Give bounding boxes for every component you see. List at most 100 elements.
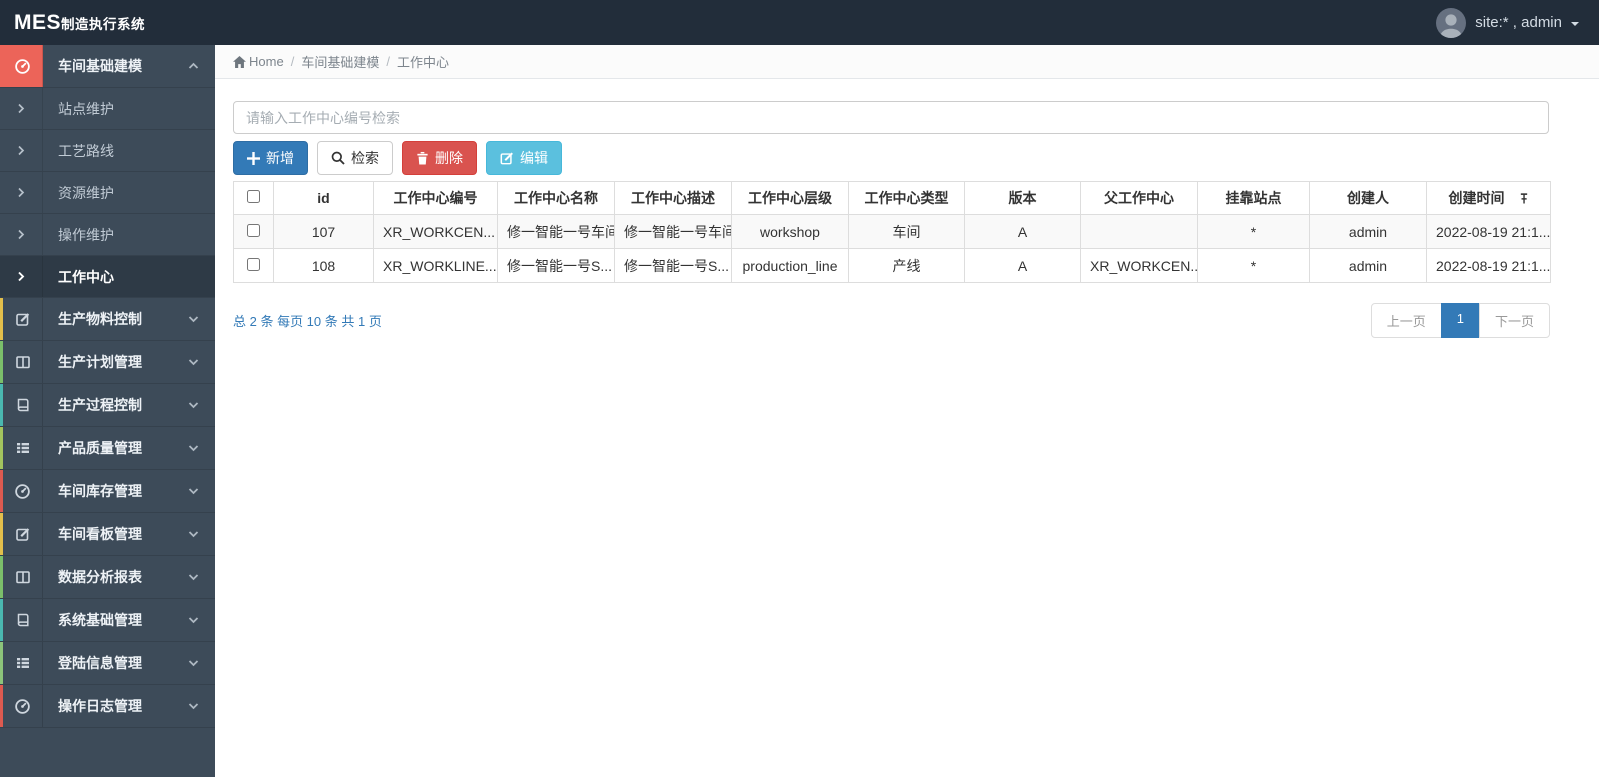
cell-name: 修一智能一号车间 (497, 214, 615, 249)
header-checkbox-cell (233, 181, 274, 215)
sidebar-group-operation-log-management[interactable]: 操作日志管理 (0, 685, 215, 728)
cell-station: * (1197, 248, 1310, 283)
caret-down-icon (1571, 21, 1579, 26)
search-button[interactable]: 检索 (317, 141, 393, 175)
breadcrumb-current: 工作中心 (396, 55, 449, 70)
chevron-down-icon (188, 702, 199, 710)
sidebar-item-work-center[interactable]: 工作中心 (0, 256, 215, 298)
cell-creator: admin (1309, 214, 1427, 249)
chevron-down-icon (188, 487, 199, 495)
cell-parent: XR_WORKCEN... (1080, 248, 1198, 283)
breadcrumb-home-link[interactable]: Home (233, 54, 284, 69)
chevron-right-icon (0, 88, 43, 129)
avatar (1436, 7, 1467, 38)
sidebar-item-resource-maintenance[interactable]: 资源维护 (0, 172, 215, 214)
chevron-down-icon (188, 358, 199, 366)
sidebar-item-process-route[interactable]: 工艺路线 (0, 130, 215, 172)
cell-type: 车间 (848, 214, 965, 249)
sidebar-group-quality-management[interactable]: 产品质量管理 (0, 427, 215, 470)
page-1-button[interactable]: 1 (1440, 303, 1480, 338)
sidebar-item-site-maintenance[interactable]: 站点维护 (0, 88, 215, 130)
column-header-station: 挂靠站点 (1197, 181, 1310, 215)
cell-created-time: 2022-08-19 21:1... (1426, 248, 1551, 283)
edit-icon (0, 298, 43, 340)
prev-page-button[interactable]: 上一页 (1370, 303, 1442, 338)
cell-version: A (964, 248, 1081, 283)
chevron-down-icon (188, 401, 199, 409)
chevron-right-icon (0, 256, 43, 297)
column-header-id: id (273, 181, 374, 215)
table-row[interactable]: 107 XR_WORKCEN... 修一智能一号车间 修一智能一号车间 work… (233, 214, 1551, 249)
breadcrumb-separator: / (290, 54, 295, 69)
chevron-down-icon (188, 315, 199, 323)
sidebar: 车间基础建模 站点维护 工艺路线 资源维护 操作维护 工作中心 生产物料控制 生… (0, 45, 215, 777)
sidebar-group-material-control[interactable]: 生产物料控制 (0, 298, 215, 341)
sidebar-group-workshop-modeling[interactable]: 车间基础建模 (0, 45, 215, 88)
sidebar-item-label: 工作中心 (58, 268, 114, 285)
sidebar-group-inventory-management[interactable]: 车间库存管理 (0, 470, 215, 513)
thumbtack-icon[interactable] (1519, 192, 1529, 205)
cell-id: 108 (273, 248, 374, 283)
column-header-created-time: 创建时间 (1426, 181, 1551, 215)
column-header-version: 版本 (964, 181, 1081, 215)
brand-subtitle: 制造执行系统 (61, 16, 146, 32)
table-header-row: id 工作中心编号 工作中心名称 工作中心描述 工作中心层级 工作中心类型 版本… (233, 181, 1551, 215)
row-checkbox[interactable] (247, 257, 260, 271)
sidebar-item-label: 工艺路线 (58, 142, 114, 159)
sidebar-group-system-management[interactable]: 系统基础管理 (0, 599, 215, 642)
pagination-summary: 总 2 条 每页 10 条 共 1 页 (233, 314, 382, 329)
search-input[interactable] (233, 101, 1549, 134)
chevron-down-icon (188, 444, 199, 452)
chevron-down-icon (188, 659, 199, 667)
plus-icon (247, 151, 260, 165)
breadcrumb-separator: / (386, 54, 390, 69)
work-center-table: id 工作中心编号 工作中心名称 工作中心描述 工作中心层级 工作中心类型 版本… (233, 181, 1551, 283)
user-menu[interactable]: site:* , admin (1436, 7, 1599, 38)
chevron-down-icon (188, 573, 199, 581)
chevron-right-icon (0, 172, 43, 213)
trash-icon (416, 151, 429, 165)
chevron-down-icon (188, 616, 199, 624)
sidebar-group-process-control[interactable]: 生产过程控制 (0, 384, 215, 427)
cell-code: XR_WORKCEN... (373, 214, 498, 249)
delete-button[interactable]: 删除 (402, 141, 477, 175)
chevron-right-icon (0, 214, 43, 255)
brand-mes: MES (14, 10, 62, 34)
tachometer-icon (0, 685, 43, 727)
cell-code: XR_WORKLINE... (373, 248, 498, 283)
sidebar-item-label: 操作维护 (58, 226, 114, 243)
add-button[interactable]: 新增 (233, 141, 308, 175)
column-header-description: 工作中心描述 (614, 181, 732, 215)
sidebar-group-plan-management[interactable]: 生产计划管理 (0, 341, 215, 384)
next-page-button[interactable]: 下一页 (1478, 303, 1550, 338)
book-icon (0, 599, 43, 641)
sidebar-group-label: 车间基础建模 (58, 58, 142, 74)
select-all-checkbox[interactable] (247, 190, 260, 203)
chevron-up-icon (188, 62, 199, 70)
user-label: site:* , admin (1475, 14, 1562, 31)
cell-type: 产线 (848, 248, 965, 283)
cell-creator: admin (1309, 248, 1427, 283)
column-header-level: 工作中心层级 (731, 181, 849, 215)
th-list-icon (0, 427, 43, 469)
sidebar-group-kanban-management[interactable]: 车间看板管理 (0, 513, 215, 556)
sidebar-group-data-analysis-report[interactable]: 数据分析报表 (0, 556, 215, 599)
chevron-down-icon (188, 530, 199, 538)
sidebar-item-operation-maintenance[interactable]: 操作维护 (0, 214, 215, 256)
chevron-right-icon (0, 130, 43, 171)
toolbar: 新增 检索 删除 编辑 (233, 141, 1599, 175)
breadcrumb-link-workshop-modeling[interactable]: 车间基础建模 (301, 52, 379, 71)
main-content: 新增 检索 删除 编辑 id 工作中心编号 工作中心名称 工作中心描述 (215, 79, 1599, 338)
table-footer: 总 2 条 每页 10 条 共 1 页 上一页 1 下一页 (233, 303, 1550, 338)
sidebar-group-login-info-management[interactable]: 登陆信息管理 (0, 642, 215, 685)
edit-button[interactable]: 编辑 (486, 141, 562, 175)
tachometer-icon (0, 45, 43, 87)
edit-icon (0, 513, 43, 555)
pencil-square-icon (500, 151, 514, 165)
book-icon (0, 384, 43, 426)
row-checkbox[interactable] (247, 223, 260, 237)
sidebar-item-label: 站点维护 (58, 100, 114, 117)
breadcrumb: Home / 车间基础建模 / 工作中心 (215, 45, 1599, 79)
tachometer-icon (0, 470, 43, 512)
table-row[interactable]: 108 XR_WORKLINE... 修一智能一号S... 修一智能一号S...… (233, 248, 1551, 283)
